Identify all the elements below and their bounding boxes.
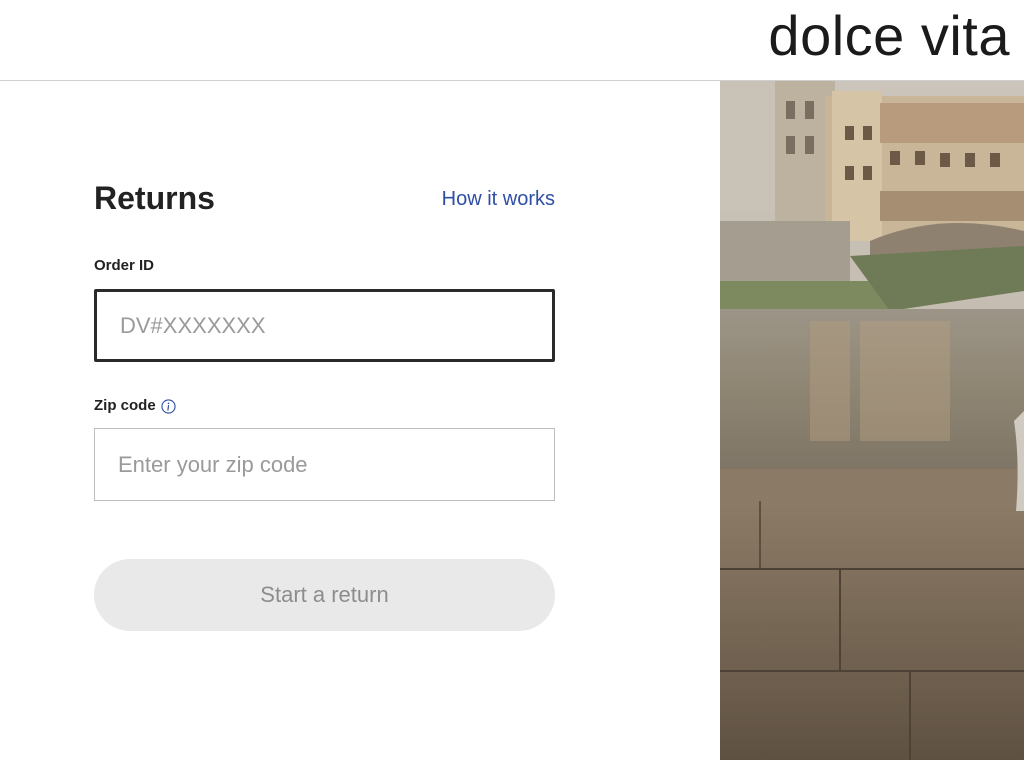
info-icon[interactable] xyxy=(161,398,176,414)
start-return-button[interactable]: Start a return xyxy=(94,559,555,631)
order-id-input[interactable] xyxy=(94,289,555,362)
zip-code-input[interactable] xyxy=(94,428,555,501)
page-title: Returns xyxy=(94,180,215,216)
order-id-label: Order ID xyxy=(94,257,155,274)
zip-code-label-row: Zip code xyxy=(94,397,176,415)
how-it-works-link[interactable]: How it works xyxy=(442,186,555,212)
brand-logo[interactable]: dolce vita xyxy=(768,4,1010,68)
zip-code-label: Zip code xyxy=(94,397,156,414)
site-header: dolce vita xyxy=(0,0,1024,81)
returns-panel: Returns How it works Order ID Zip code S… xyxy=(0,81,720,760)
hero-photo xyxy=(720,81,1024,760)
